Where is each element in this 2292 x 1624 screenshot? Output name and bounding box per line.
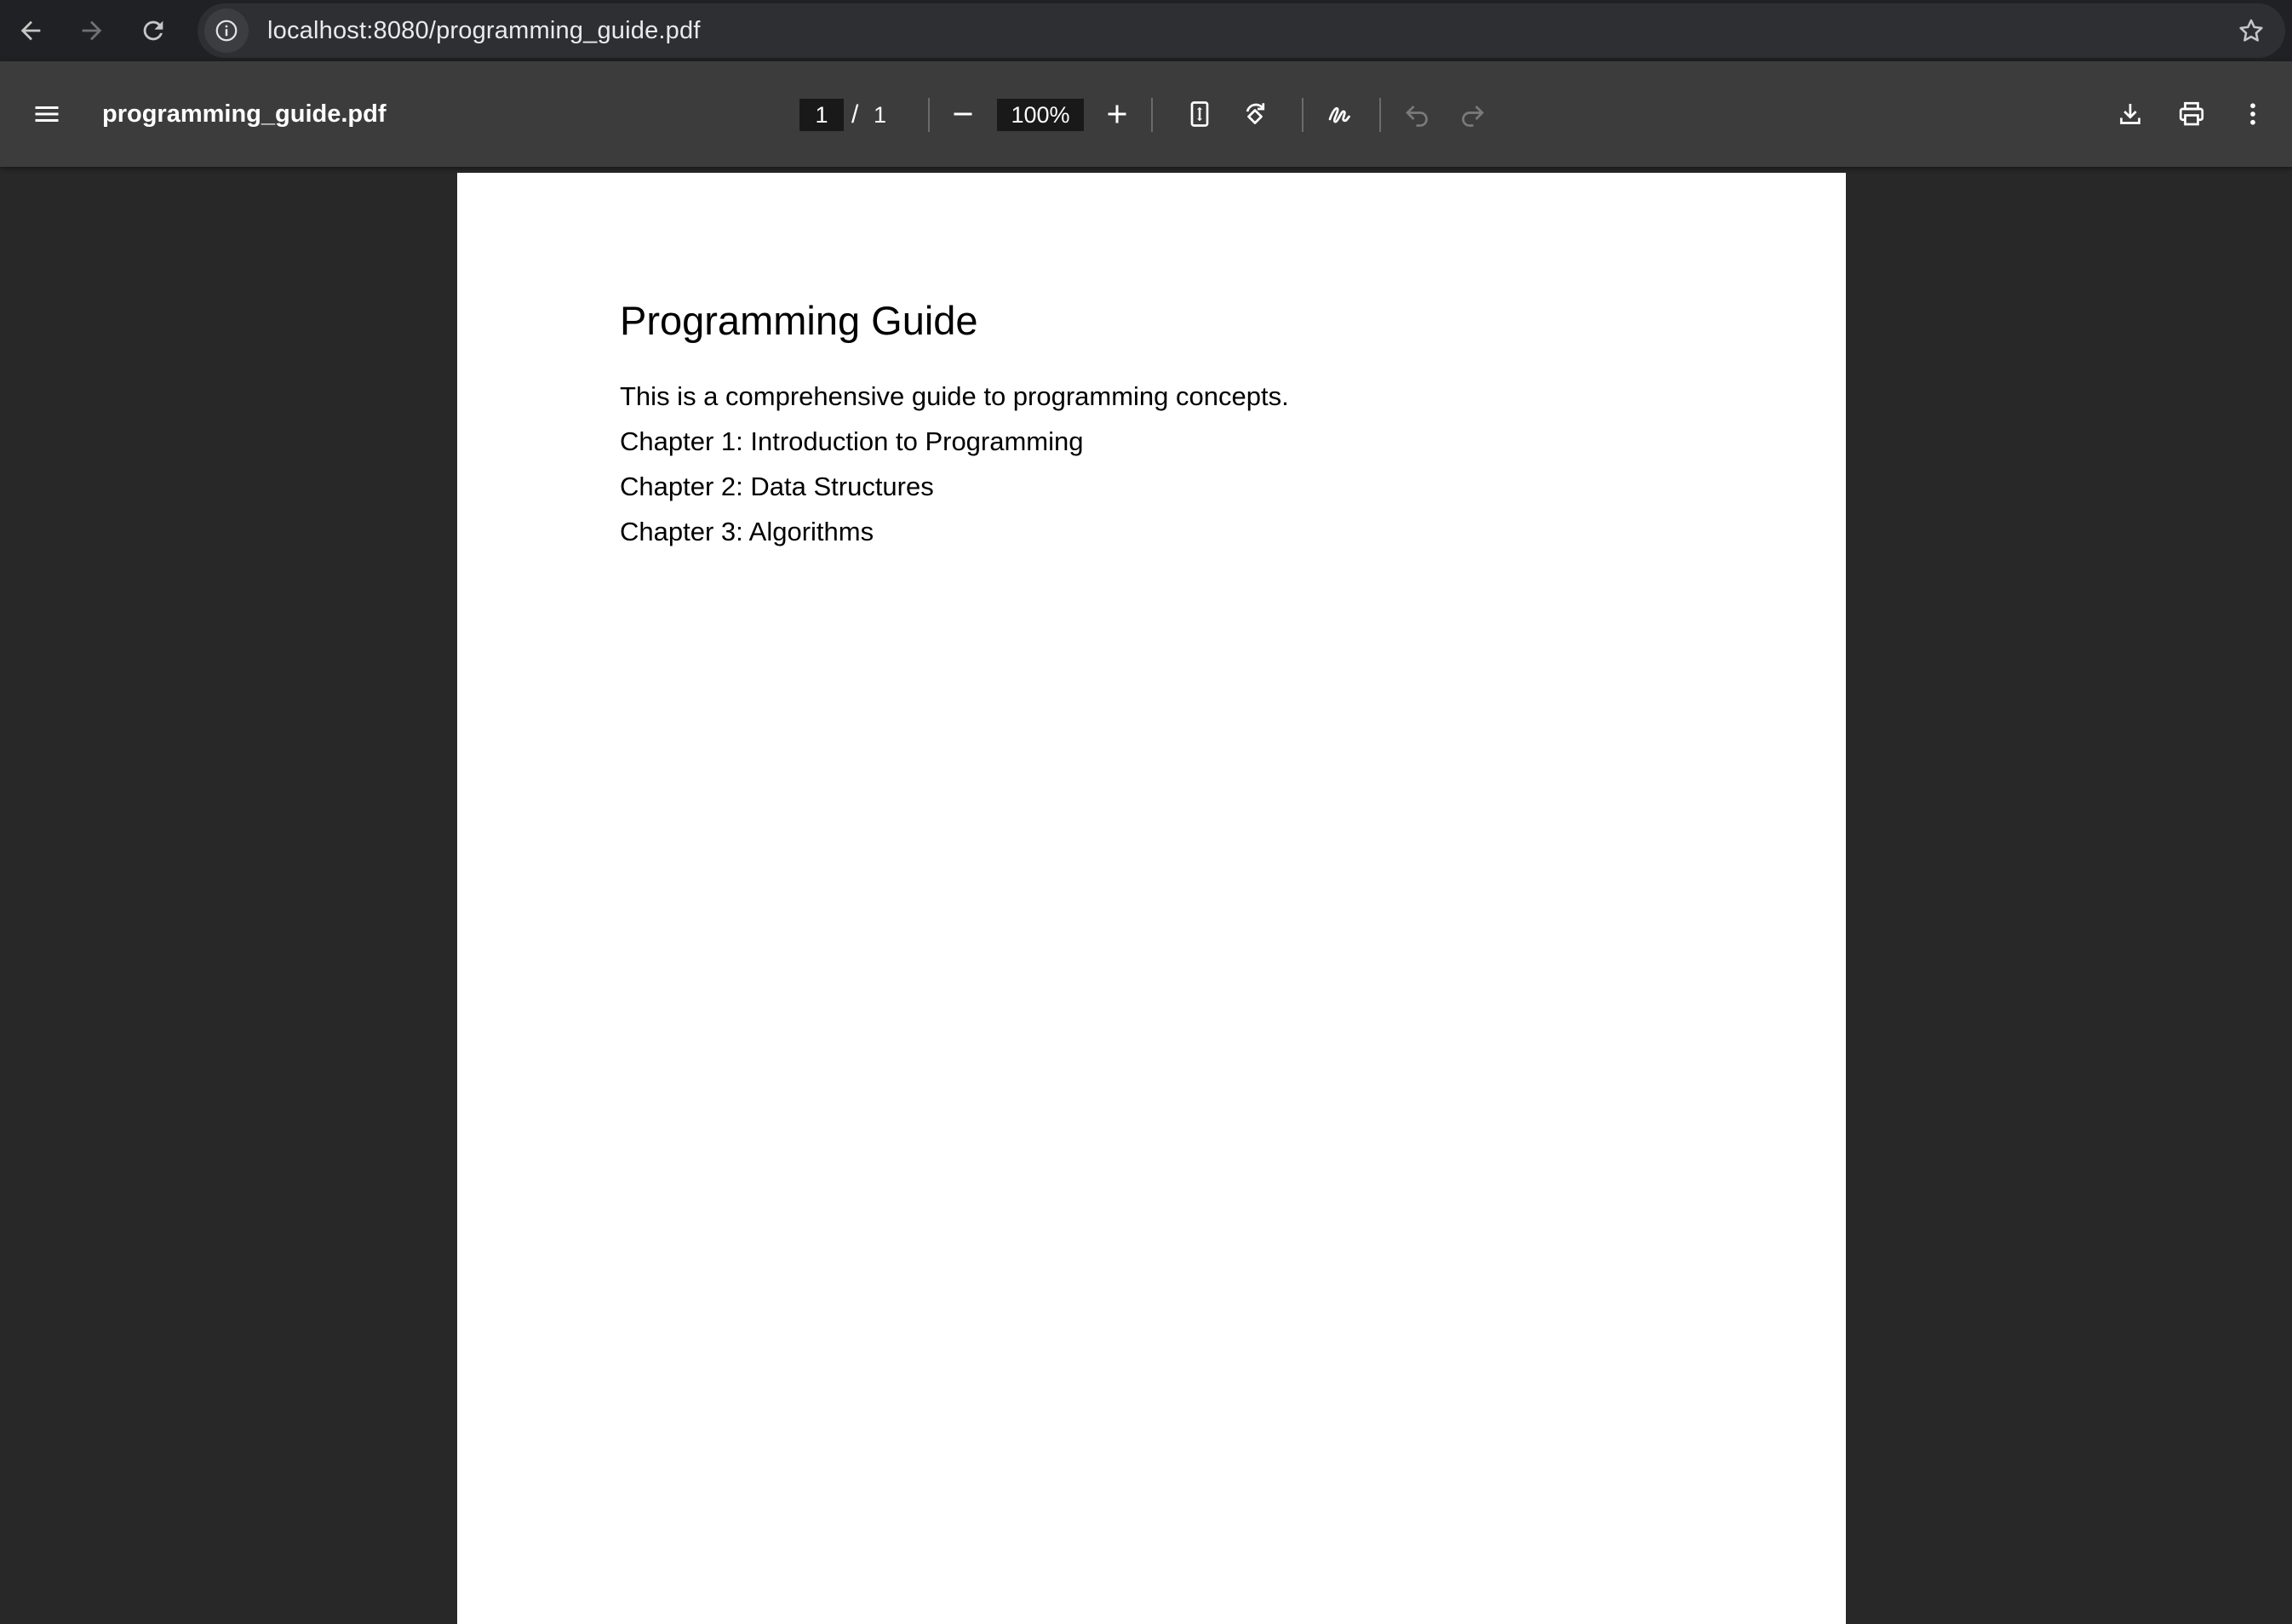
page-separator: / xyxy=(851,100,859,129)
toolbar-divider xyxy=(1379,98,1381,132)
rotate-button[interactable] xyxy=(1231,90,1279,138)
print-icon xyxy=(2179,101,2204,126)
print-button[interactable] xyxy=(2168,90,2215,138)
arrow-right-icon xyxy=(82,20,102,41)
bookmark-button[interactable] xyxy=(2234,14,2268,48)
file-title: programming_guide.pdf xyxy=(102,100,387,128)
page-total: 1 xyxy=(874,102,887,128)
toolbar-divider xyxy=(928,98,930,132)
plus-icon xyxy=(1108,105,1126,123)
forward-button[interactable] xyxy=(61,0,123,61)
download-icon xyxy=(2120,104,2140,124)
site-info-button[interactable] xyxy=(204,9,249,53)
star-icon xyxy=(2239,19,2263,42)
minus-icon xyxy=(954,112,972,116)
document-line: Chapter 2: Data Structures xyxy=(620,472,934,501)
undo-icon xyxy=(1406,106,1428,127)
back-button[interactable] xyxy=(0,0,61,61)
rotate-icon xyxy=(1246,103,1265,124)
fit-page-icon xyxy=(1190,101,1209,127)
browser-bar: localhost:8080/programming_guide.pdf xyxy=(0,0,2292,61)
document-line: Chapter 3: Algorithms xyxy=(620,517,874,546)
address-bar[interactable]: localhost:8080/programming_guide.pdf xyxy=(198,3,2285,58)
info-icon xyxy=(215,20,238,42)
pdf-page: Programming Guide This is a comprehensiv… xyxy=(457,173,1846,1624)
zoom-in-button[interactable] xyxy=(1093,90,1141,138)
pdf-viewer-area[interactable]: Programming Guide This is a comprehensiv… xyxy=(0,167,2292,1624)
more-options-button[interactable] xyxy=(2229,90,2277,138)
arrow-left-icon xyxy=(20,20,41,41)
undo-button[interactable] xyxy=(1394,90,1441,138)
document-line: This is a comprehensive guide to program… xyxy=(620,381,1289,411)
hamburger-menu-icon xyxy=(35,106,59,122)
redo-icon xyxy=(1462,106,1484,127)
zoom-out-button[interactable] xyxy=(939,90,987,138)
annotate-button[interactable] xyxy=(1316,90,1364,138)
draw-icon xyxy=(1328,106,1350,123)
redo-button[interactable] xyxy=(1448,90,1496,138)
toolbar-divider xyxy=(1151,98,1153,132)
fit-page-button[interactable] xyxy=(1176,90,1223,138)
pdf-toolbar: programming_guide.pdf 1 / 1 100% xyxy=(0,61,2292,167)
more-vertical-icon xyxy=(2250,103,2255,125)
document-title: Programming Guide xyxy=(620,298,978,343)
zoom-level-input[interactable]: 100% xyxy=(997,99,1084,131)
url-text[interactable]: localhost:8080/programming_guide.pdf xyxy=(267,17,701,45)
toolbar-divider xyxy=(1302,98,1304,132)
page-number-input[interactable]: 1 xyxy=(799,99,844,131)
reload-icon xyxy=(143,20,163,41)
reload-button[interactable] xyxy=(123,0,184,61)
document-line: Chapter 1: Introduction to Programming xyxy=(620,426,1084,456)
menu-button[interactable] xyxy=(23,90,71,138)
download-button[interactable] xyxy=(2106,90,2154,138)
